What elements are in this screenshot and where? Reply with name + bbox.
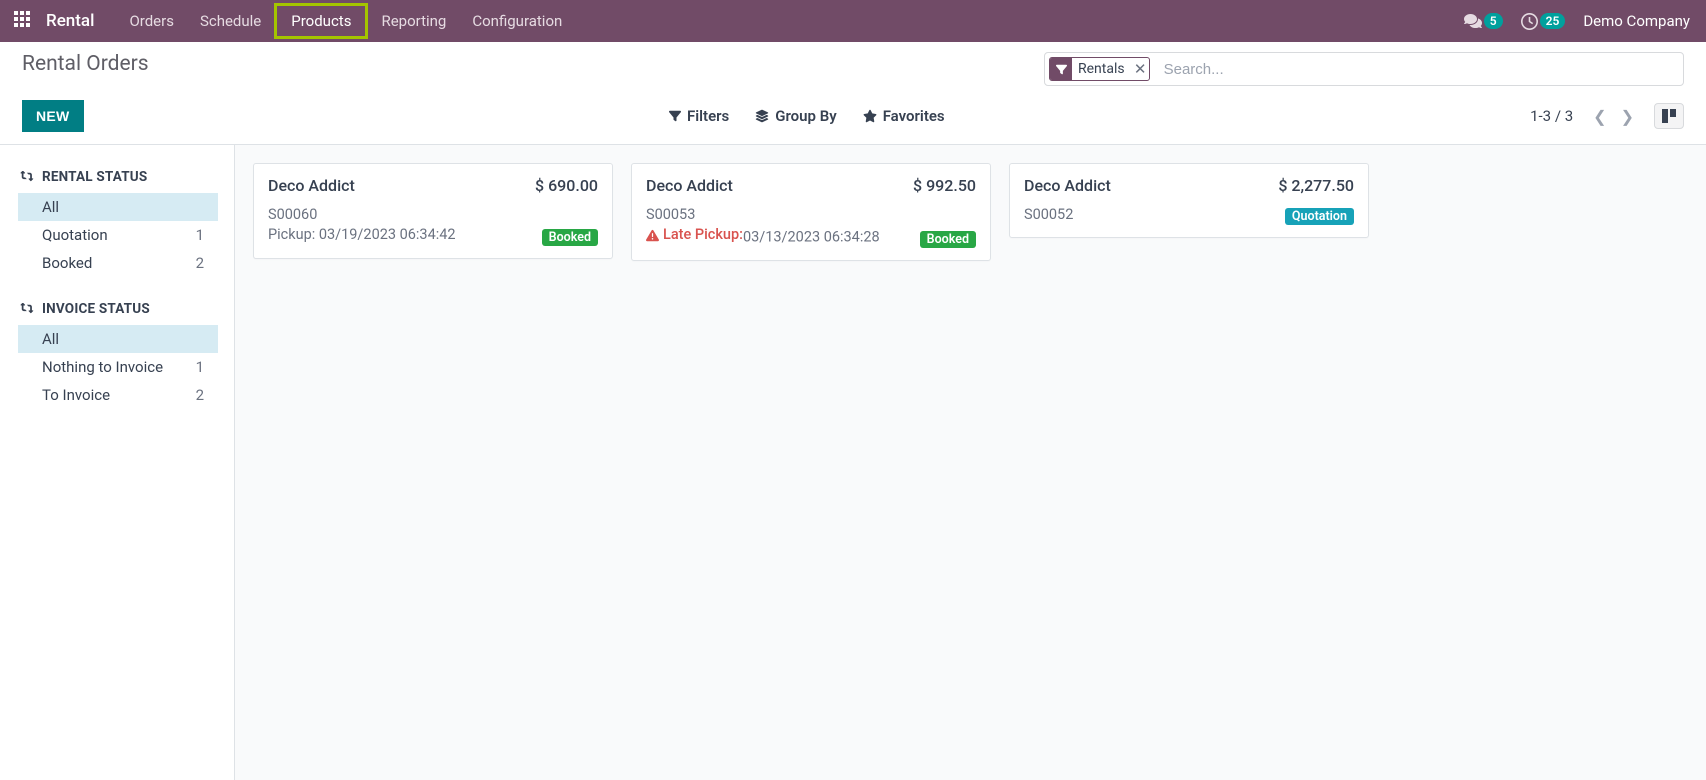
new-button[interactable]: NEW <box>22 100 84 132</box>
rental-status-title: RENTAL STATUS <box>42 169 147 185</box>
card-amount: $ 992.50 <box>913 176 976 195</box>
sidebar-item-invoice-0[interactable]: All <box>18 325 218 353</box>
card-order-number: S00060 <box>268 205 532 225</box>
search-box[interactable]: Rentals ✕ <box>1044 52 1684 86</box>
status-badge: Quotation <box>1285 208 1354 225</box>
search-facet-rentals: Rentals ✕ <box>1049 57 1150 81</box>
sidebar-item-label: All <box>42 330 59 348</box>
nav-products[interactable]: Products <box>274 3 368 39</box>
nav-orders[interactable]: Orders <box>116 3 187 39</box>
favorites-button[interactable]: Favorites <box>863 107 945 125</box>
nav-reporting[interactable]: Reporting <box>368 3 459 39</box>
warning-icon <box>646 229 659 242</box>
card-amount: $ 690.00 <box>535 176 598 195</box>
navbar-left: Rental Orders Schedule Products Reportin… <box>10 3 575 39</box>
sidebar-item-invoice-2[interactable]: To Invoice 2 <box>18 381 218 409</box>
card-details: S00052 <box>1024 205 1275 225</box>
pickup-line: Pickup: 03/19/2023 06:34:42 <box>268 226 456 243</box>
card-amount: $ 2,277.50 <box>1278 176 1354 195</box>
kanban-view-button[interactable] <box>1654 103 1684 129</box>
activities-button[interactable]: 25 <box>1521 13 1566 30</box>
clock-icon <box>1521 13 1538 30</box>
card-order-number: S00053 <box>646 205 910 225</box>
status-badge: Booked <box>542 229 598 246</box>
invoice-status-title: INVOICE STATUS <box>42 301 150 317</box>
sidebar-item-count: 1 <box>196 226 204 244</box>
nav-configuration[interactable]: Configuration <box>459 3 575 39</box>
sidebar-item-label: All <box>42 198 59 216</box>
search-input[interactable] <box>1156 54 1683 84</box>
retweet-icon <box>20 171 34 183</box>
top-navbar: Rental Orders Schedule Products Reportin… <box>0 0 1706 42</box>
pickup-date: 03/13/2023 06:34:28 <box>743 229 880 246</box>
sidebar-item-rental-0[interactable]: All <box>18 193 218 221</box>
card-customer: Deco Addict <box>1024 176 1111 195</box>
sidebar-item-invoice-1[interactable]: Nothing to Invoice 1 <box>18 353 218 381</box>
filters-label: Filters <box>687 107 729 125</box>
sidebar-item-label: To Invoice <box>42 386 110 404</box>
groupby-button[interactable]: Group By <box>755 107 836 125</box>
groupby-label: Group By <box>775 107 836 125</box>
pager-text[interactable]: 1-3 / 3 <box>1530 107 1573 125</box>
control-panel: Rental Orders Rentals ✕ NEW Filters Grou… <box>0 42 1706 145</box>
retweet-icon <box>20 303 34 315</box>
page-title: Rental Orders <box>22 52 149 76</box>
messaging-button[interactable]: 5 <box>1464 13 1503 29</box>
card-order-number: S00052 <box>1024 205 1275 225</box>
favorites-label: Favorites <box>883 107 945 125</box>
sidebar-item-label: Booked <box>42 254 92 272</box>
search-facet-remove[interactable]: ✕ <box>1131 58 1149 80</box>
messaging-badge: 5 <box>1484 13 1503 29</box>
apps-icon[interactable] <box>14 11 34 31</box>
sidebar-item-label: Quotation <box>42 226 108 244</box>
kanban-area: Deco Addict $ 690.00S00060Pickup: 03/19/2… <box>235 145 1706 780</box>
sidebar-item-count: 2 <box>196 254 204 272</box>
sidebar-item-count: 1 <box>196 358 204 376</box>
filter-sidebar: RENTAL STATUS All Quotation 1 Booked 2 INVOI… <box>0 145 235 780</box>
sidebar-item-rental-2[interactable]: Booked 2 <box>18 249 218 277</box>
filter-icon <box>1050 58 1072 80</box>
layers-icon <box>755 109 769 123</box>
search-facet-label: Rentals <box>1072 58 1131 80</box>
sidebar-item-rental-1[interactable]: Quotation 1 <box>18 221 218 249</box>
body-layout: RENTAL STATUS All Quotation 1 Booked 2 INVOI… <box>0 145 1706 780</box>
kanban-card[interactable]: Deco Addict $ 992.50S00053 Late Pickup: 0… <box>631 163 991 261</box>
filter-icon <box>669 110 681 122</box>
status-badge: Booked <box>920 231 976 248</box>
company-switcher[interactable]: Demo Company <box>1583 12 1696 30</box>
invoice-status-header[interactable]: INVOICE STATUS <box>20 301 234 317</box>
kanban-card[interactable]: Deco Addict $ 2,277.50S00052 Quotation <box>1009 163 1369 238</box>
star-icon <box>863 109 877 123</box>
nav-schedule[interactable]: Schedule <box>187 3 274 39</box>
kanban-card[interactable]: Deco Addict $ 690.00S00060Pickup: 03/19/2… <box>253 163 613 259</box>
sidebar-item-count: 2 <box>196 386 204 404</box>
activities-badge: 25 <box>1540 13 1566 29</box>
filters-button[interactable]: Filters <box>669 107 729 125</box>
kanban-icon <box>1661 108 1677 124</box>
sidebar-item-label: Nothing to Invoice <box>42 358 163 376</box>
comments-icon <box>1464 13 1482 29</box>
card-customer: Deco Addict <box>268 176 355 195</box>
card-details: S00060Pickup: 03/19/2023 06:34:42 <box>268 205 532 246</box>
app-brand[interactable]: Rental <box>46 11 94 31</box>
navbar-right: 5 25 Demo Company <box>1464 12 1696 30</box>
pager-next[interactable]: ❯ <box>1617 105 1638 128</box>
late-pickup-label: Late Pickup: <box>646 225 743 245</box>
rental-status-header[interactable]: RENTAL STATUS <box>20 169 234 185</box>
pager-prev[interactable]: ❮ <box>1589 105 1610 128</box>
card-customer: Deco Addict <box>646 176 733 195</box>
card-details: S00053 Late Pickup: 03/13/2023 06:34:28 <box>646 205 910 248</box>
